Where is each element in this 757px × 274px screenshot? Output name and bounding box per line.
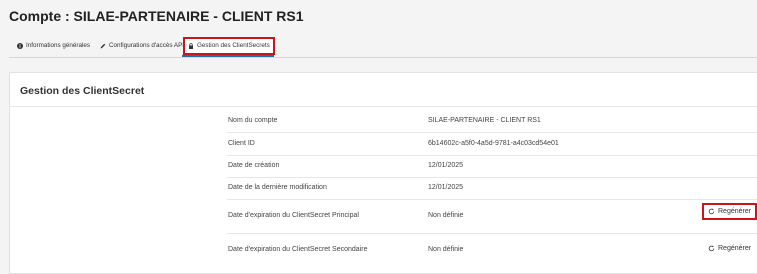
row-value: 6b14602c-a5f0-4a5d-9781-a4c03cd54e01 [428, 140, 559, 147]
regenerate-secondaire-button[interactable]: Regénérer [708, 245, 752, 252]
row-value: 12/01/2025 [428, 162, 464, 169]
tab-label: Configurations d'accès API [109, 42, 185, 49]
clientsecret-card: Gestion des ClientSecret Nom du compte S… [9, 72, 757, 274]
divider [10, 106, 757, 107]
row-label: Client ID [228, 140, 255, 147]
row-label: Date d'expiration du ClientSecret Second… [228, 246, 368, 253]
info-circle-icon [17, 43, 23, 49]
regenerate-principal-button[interactable]: Regénérer [701, 203, 757, 220]
pencil-icon [100, 43, 106, 49]
row-client-id: Client ID 6b14602c-a5f0-4a5d-9781-a4c03c… [227, 133, 757, 156]
row-date-derniere-modification: Date de la dernière modification 12/01/2… [227, 178, 757, 200]
row-value: Non définie [428, 212, 464, 219]
row-value: 12/01/2025 [428, 184, 464, 191]
refresh-icon [708, 208, 715, 215]
row-label: Date d'expiration du ClientSecret Princi… [228, 212, 359, 219]
row-date-creation: Date de création 12/01/2025 [227, 156, 757, 178]
page: Compte : SILAE-PARTENAIRE - CLIENT RS1 I… [0, 0, 757, 274]
row-value: Non définie [428, 246, 464, 253]
tab-informations-generales[interactable]: Informations générales [17, 36, 90, 56]
row-expiration-secondaire: Date d'expiration du ClientSecret Second… [227, 234, 757, 269]
tab-gestion-clientsecrets[interactable]: Gestion des ClientSecrets [183, 37, 275, 55]
tab-label: Gestion des ClientSecrets [197, 42, 270, 49]
row-label: Nom du compte [228, 117, 278, 124]
row-label: Date de la dernière modification [228, 184, 327, 191]
card-title: Gestion des ClientSecret [20, 85, 145, 97]
lock-icon [188, 43, 194, 49]
button-label: Regénérer [718, 245, 752, 252]
tab-configurations-acces-api[interactable]: Configurations d'accès API [100, 36, 184, 56]
refresh-icon [708, 245, 715, 252]
page-title: Compte : SILAE-PARTENAIRE - CLIENT RS1 [9, 8, 304, 24]
row-expiration-principal: Date d'expiration du ClientSecret Princi… [227, 200, 757, 234]
row-value: SILAE-PARTENAIRE - CLIENT RS1 [428, 117, 541, 124]
tab-bar: Informations générales Configurations d'… [9, 36, 757, 58]
tab-label: Informations générales [26, 42, 91, 49]
button-label: Regénérer [718, 208, 752, 215]
row-nom-du-compte: Nom du compte SILAE-PARTENAIRE - CLIENT … [227, 110, 757, 133]
row-label: Date de création [228, 162, 280, 169]
active-tab-indicator [182, 55, 274, 57]
